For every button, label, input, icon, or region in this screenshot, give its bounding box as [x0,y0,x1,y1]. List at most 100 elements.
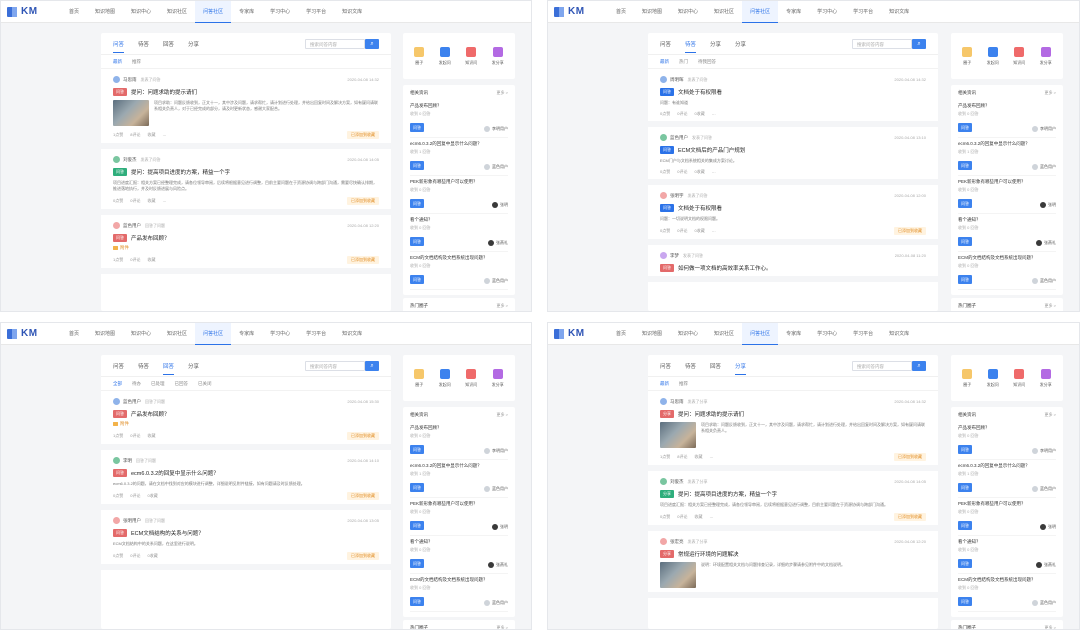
avatar[interactable] [660,478,667,485]
qa-tab[interactable]: 待答 [138,357,149,375]
post-title[interactable]: 如何做一项文档的高效率关系工作心。 [678,264,772,272]
avatar[interactable] [113,517,120,524]
nav-item[interactable]: 知识中心 [123,1,159,23]
post-action-item[interactable]: 0收藏 [147,493,157,499]
feed-post[interactable]: 李明 回答了问题 2020-04-08 14:10 问答 ecm6.0.3.2的回复中显… [101,450,391,510]
answer-button[interactable]: 问答 [958,483,972,492]
post-action-item[interactable]: 0点赞 [660,169,670,175]
nav-item[interactable]: 知识文库 [334,323,370,345]
answer-button[interactable]: 问答 [958,597,972,606]
sub-filter-tab[interactable]: 已处理 [151,381,165,387]
nav-item[interactable]: 学习中心 [262,1,298,23]
related-question-title[interactable]: 看个通知？ [958,217,1056,223]
nav-item[interactable]: 知识中心 [670,1,706,23]
related-question-item[interactable]: ecm6.0.3.2的回复中显示什么问题？ 收到 1 回答 问答 蓝色用户 [958,138,1056,176]
answer-button[interactable]: 问答 [958,237,972,246]
feed-post[interactable]: 张宏亮 发表了分享 2020-04-08 12:20 分享 常规运行环境的问题解决 说明：… [648,531,938,598]
qa-tab[interactable]: 待答 [138,35,149,53]
avatar[interactable] [113,76,120,83]
related-question-item[interactable]: 看个通知？ 收到 0 回答 问答 张燕礼 [410,536,508,574]
feed-post[interactable]: 张明用户 回答了问题 2020-04-08 13:05 问答 ECM文档结构的关系与问题… [101,510,391,570]
collect-status-badge[interactable]: 已添加到收藏 [347,432,379,440]
nav-item[interactable]: 专家库 [778,1,809,23]
feed-post[interactable]: 张明宇 发表了问答 2020-04-08 12:00 问答 文档处于有权限看 问题：一切说… [648,185,938,245]
nav-item[interactable]: 知识文库 [881,1,917,23]
avatar[interactable] [660,538,667,545]
collect-status-badge[interactable]: 已添加到收藏 [347,197,379,205]
post-title[interactable]: ECM文档结构的关系与问题？ [131,529,204,537]
more-link[interactable]: 更多 > [1045,90,1056,96]
more-link[interactable]: 更多 > [1045,412,1056,418]
post-action-item[interactable]: ··· [162,199,166,204]
nav-item[interactable]: 知识社区 [706,323,742,345]
avatar[interactable] [113,156,120,163]
avatar[interactable] [660,398,667,405]
answer-button[interactable]: 问答 [410,483,424,492]
post-action-item[interactable]: 0点赞 [113,493,123,499]
nav-item[interactable]: 知识中心 [123,323,159,345]
post-title[interactable]: 提问：提高项目进度的方案，精益一个字 [678,490,777,498]
nav-item[interactable]: 学习平台 [298,323,334,345]
feed-post[interactable]: 马思雨 发表了问答 2020-04-08 14:32 问答 提问：问题求助的提示请们 项目… [101,69,391,149]
answer-button[interactable]: 问答 [958,123,972,132]
collect-status-badge[interactable]: 已添加到收藏 [347,492,379,500]
nav-item[interactable]: 专家库 [231,323,262,345]
related-question-item[interactable]: 看个通知？ 收到 0 回答 问答 张燕礼 [958,536,1056,574]
sub-filter-tab[interactable]: 待我回答 [698,59,716,65]
post-action-item[interactable]: ··· [712,229,716,234]
km-logo[interactable]: KM [548,328,608,339]
avatar[interactable] [113,457,120,464]
nav-item[interactable]: 知识地图 [87,1,123,23]
sub-filter-tab[interactable]: 最新 [660,59,669,65]
sub-filter-tab[interactable]: 已回答 [175,381,189,387]
post-action-item[interactable]: 0点赞 [113,198,123,204]
nav-item[interactable]: 学习中心 [809,1,845,23]
related-question-item[interactable]: 产品发布回顾？ 收到 0 回答 问答 李明用户 [410,100,508,138]
answer-button[interactable]: 问答 [958,559,972,568]
related-question-title[interactable]: 产品发布回顾？ [410,103,508,109]
related-question-title[interactable]: ECM的文档结构及文档系统出现问题？ [958,255,1056,261]
more-link[interactable]: 更多 > [497,625,508,629]
qa-tab[interactable]: 分享 [710,35,721,53]
related-question-item[interactable]: PEK新形象有哪些用户可以使用？ 收到 0 回答 问答 张明 [410,498,508,536]
related-question-title[interactable]: 看个通知？ [958,539,1056,545]
nav-item[interactable]: 知识地图 [634,323,670,345]
more-link[interactable]: 更多 > [1045,303,1056,309]
post-action-item[interactable]: 0点赞 [660,514,670,520]
qa-tab[interactable]: 待答 [685,357,696,375]
search-input[interactable]: 搜索问答内容 [305,39,365,49]
nav-item[interactable]: 知识地图 [87,323,123,345]
related-question-item[interactable]: ECM的文档结构及文档系统出现问题？ 收到 0 回答 问答 蓝色用户 [958,252,1056,290]
qa-tab[interactable]: 分享 [188,357,199,375]
nav-item[interactable]: 首页 [61,323,87,345]
post-author[interactable]: 马思雨 [670,399,684,405]
post-attachment[interactable]: 附件 [113,421,379,427]
post-action-item[interactable]: 收藏 [147,433,155,439]
post-action-item[interactable]: 1点赞 [113,433,123,439]
sub-filter-tab[interactable]: 推荐 [679,381,688,387]
post-author[interactable]: 张明宇 [670,193,684,199]
nav-item[interactable]: 首页 [608,1,634,23]
post-thumbnail-image[interactable] [660,422,696,448]
search-button[interactable]: ⌕ [912,39,926,49]
post-action-item[interactable]: 0收藏 [694,228,704,234]
post-author[interactable]: 李明 [123,458,132,464]
avatar[interactable] [113,222,120,229]
related-question-title[interactable]: ECM的文档结构及文档系统出现问题？ [410,255,508,261]
related-question-title[interactable]: ecm6.0.3.2的回复中显示什么问题？ [410,463,508,469]
feed-post[interactable]: 蓝色用户 发表了问答 2020-04-08 13:10 问答 ECM文档后的产品门户规划… [648,127,938,185]
avatar[interactable] [660,192,667,199]
quick-action[interactable]: 知识问 [1013,368,1025,388]
related-question-item[interactable]: PEK新形象有哪些用户可以使用？ 收到 0 回答 问答 张明 [958,498,1056,536]
post-action-item[interactable]: 0评论 [677,111,687,117]
answer-button[interactable]: 问答 [410,161,424,170]
post-action-item[interactable]: 0评论 [130,553,140,559]
nav-item[interactable]: 知识地图 [634,1,670,23]
post-action-item[interactable]: 0评论 [130,433,140,439]
more-link[interactable]: 更多 > [497,303,508,309]
post-title[interactable]: 提问：问题求助的提示请们 [131,88,197,96]
related-question-title[interactable]: ecm6.0.3.2的回复中显示什么问题？ [958,463,1056,469]
post-title[interactable]: ECM文档后的产品门户规划 [678,146,745,154]
related-question-title[interactable]: 看个通知？ [410,539,508,545]
related-question-title[interactable]: 产品发布回顾？ [958,425,1056,431]
